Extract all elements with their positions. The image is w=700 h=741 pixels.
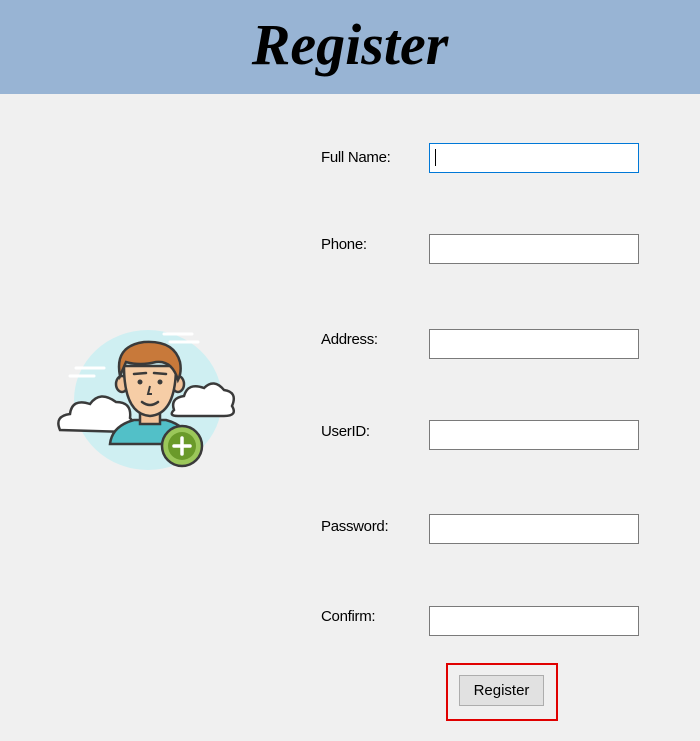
full-name-field[interactable] bbox=[429, 143, 639, 173]
full-name-label: Full Name: bbox=[321, 149, 391, 166]
phone-field[interactable] bbox=[429, 234, 639, 264]
userid-label: UserID: bbox=[321, 423, 370, 440]
register-button[interactable]: Register bbox=[459, 675, 544, 706]
userid-field[interactable] bbox=[429, 420, 639, 450]
page-title: Register bbox=[251, 12, 449, 77]
confirm-password-field[interactable] bbox=[429, 606, 639, 636]
confirm-password-label: Confirm: bbox=[321, 608, 376, 625]
password-label: Password: bbox=[321, 518, 389, 535]
address-label: Address: bbox=[321, 331, 378, 348]
phone-label: Phone: bbox=[321, 236, 367, 253]
address-field[interactable] bbox=[429, 329, 639, 359]
header-banner: Register bbox=[0, 0, 700, 94]
password-field[interactable] bbox=[429, 514, 639, 544]
text-caret bbox=[435, 149, 436, 166]
user-add-icon bbox=[57, 330, 235, 470]
